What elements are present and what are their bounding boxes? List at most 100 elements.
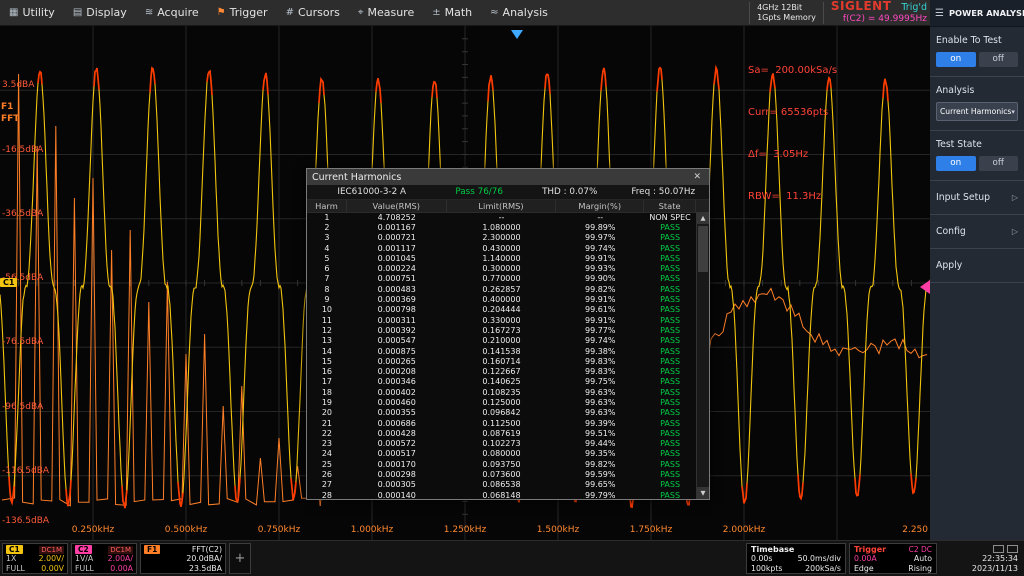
menu-item-measure[interactable]: ⌖Measure [349,0,423,25]
channel1-descriptor[interactable]: C1DC1M 1X2.00V/ FULL0.00V [2,543,68,574]
analysis-section: Analysis Current Harmonics ▾ [930,77,1024,131]
menu-item-display[interactable]: ▤Display [64,0,136,25]
menu-item-cursors[interactable]: #Cursors [277,0,349,25]
db-axis-label: -96.5dBA [2,402,43,412]
network-icon [993,545,1004,553]
trigger-mode: Auto [914,554,932,563]
freq-axis-label: 2.000kHz [723,525,765,535]
harmonic-row: 40.0011170.43000099.74%PASS [307,243,696,253]
menu-item-trigger[interactable]: ⚑Trigger [208,0,277,25]
trigger-position-marker[interactable] [511,30,523,39]
harmonic-row: 210.0006860.11250099.39%PASS [307,418,696,428]
analysis-icon: ≈ [490,7,498,18]
chevron-right-icon: ▷ [1012,193,1018,202]
top-menu-bar: ▦Utility▤Display≋Acquire⚑Trigger#Cursors… [0,0,930,26]
menu-item-label: Analysis [503,6,548,19]
apply-item[interactable]: Apply [930,249,1024,283]
trigger-descriptor[interactable]: TriggerC2 DC 0.00AAuto EdgeRising [849,543,937,574]
enable-off-button[interactable]: off [979,52,1019,67]
c1-channel-marker[interactable]: C1 [0,278,17,287]
menu-item-acquire[interactable]: ≋Acquire [136,0,208,25]
harmonic-row: 60.0002240.30000099.93%PASS [307,263,696,273]
freq-axis-label: 0.750kHz [258,525,300,535]
analysis-label: Analysis [936,85,1018,96]
db-axis-label: -136.5dBA [2,516,49,526]
config-item[interactable]: Config ▷ [930,215,1024,249]
timebase-delay: 0.00s [751,554,772,563]
system-spec: 4GHz 12Bit 1Gpts Memory [749,2,824,24]
c1-badge: C1 [6,545,23,554]
harmonic-row: 280.0001400.06814899.79%PASS [307,490,696,499]
clock-block: 22:35:34 2023/11/13 [940,545,1022,573]
scrollbar-thumb[interactable] [698,226,708,272]
menu-bar-items: ▦Utility▤Display≋Acquire⚑Trigger#Cursors… [0,0,557,25]
test-state-label: Test State [936,139,1018,150]
scroll-up-icon[interactable]: ▲ [697,212,709,224]
harmonic-row: 270.0003050.08653899.65%PASS [307,480,696,490]
dialog-titlebar[interactable]: Current Harmonics ✕ [307,169,709,185]
db-axis-label: -76.5dBA [2,337,43,347]
harmonic-row: 70.0007510.77000099.90%PASS [307,274,696,284]
harmonic-row: 160.0002080.12266799.83%PASS [307,366,696,376]
f1-marker-label: F1 [1,102,19,114]
menu-item-math[interactable]: ± Math [423,0,481,25]
enable-on-button[interactable]: on [936,52,976,67]
c2-bandwidth: FULL [75,564,94,573]
timebase-descriptor[interactable]: Timebase 0.00s50.0ms/div 100kpts200kSa/s [746,543,846,574]
f1-descriptor[interactable]: F1FFT(C2) 20.0dBA/ 23.5dBA [140,543,226,574]
c2-scale: 2.00A/ [108,554,133,563]
table-scrollbar[interactable]: ▲ ▼ [696,212,709,499]
f1-function: FFT(C2) [192,545,222,554]
current-harmonics-dialog: Current Harmonics ✕ IEC61000-3-2 A Pass … [306,168,710,500]
db-axis-label: 3.5dBA [2,80,34,90]
panel-header: ☰ POWER ANALYSIS [930,0,1024,27]
c1-marker-label: C1 [3,278,14,287]
panel-title: POWER ANALYSIS [949,8,1024,18]
close-icon[interactable]: ✕ [690,172,704,182]
harmonic-row: 190.0004600.12500099.63%PASS [307,397,696,407]
f1-scale: 20.0dBA/ [186,554,222,563]
c1-probe: 1X [6,554,16,563]
col-harm: Harm [307,200,347,212]
analysis-dropdown[interactable]: Current Harmonics ▾ [936,102,1018,121]
freq-axis-label: 1.250kHz [444,525,486,535]
harmonic-row: 80.0004830.26285799.82%PASS [307,284,696,294]
test-state-off-button[interactable]: off [979,156,1019,171]
harmonic-row: 20.0011671.08000099.89%PASS [307,222,696,232]
harmonic-row: 50.0010451.14000099.91%PASS [307,253,696,263]
acquisition-info: Sa= 200.00kSa/s Curr= 65536pts Δf= 3.05H… [748,36,837,232]
harmonic-row: 260.0002980.07360099.59%PASS [307,469,696,479]
spec-memory: 1Gpts Memory [757,13,816,23]
usb-icon [1007,545,1018,553]
channel2-descriptor[interactable]: C2DC1M 1V/A2.00A/ FULL0.00A [71,543,137,574]
harmonic-row: 230.0005720.10227399.44%PASS [307,439,696,449]
chevron-right-icon: ▷ [1012,227,1018,236]
power-analysis-panel: ☰ POWER ANALYSIS Enable To Test on off A… [930,0,1024,540]
menu-item-utility[interactable]: ▦Utility [0,0,64,25]
menu-item-label: Math [445,6,473,19]
cursors-icon: # [286,7,294,18]
enable-to-test-toggle: on off [936,52,1018,67]
menu-item-analysis[interactable]: ≈ Analysis [481,0,557,25]
delta-f: Δf= 3.05Hz [748,148,837,162]
col-limit: Limit(RMS) [447,200,557,212]
test-state-toggle: on off [936,156,1018,171]
input-setup-item[interactable]: Input Setup ▷ [930,181,1024,215]
analysis-value: Current Harmonics [940,107,1011,116]
harmonic-row: 240.0005170.08000099.35%PASS [307,449,696,459]
menu-item-label: Acquire [157,6,198,19]
test-state-on-button[interactable]: on [936,156,976,171]
col-value: Value(RMS) [347,200,447,212]
f1-badge: F1 [144,545,160,554]
f1-channel-marker[interactable]: F1 FFT [1,102,19,125]
harmonic-row: 30.0007212.30000099.97%PASS [307,233,696,243]
trigger-level-marker[interactable] [920,280,930,294]
spec-bandwidth: 4GHz 12Bit [757,3,816,13]
add-channel-button[interactable]: + [229,543,251,574]
enable-to-test-label: Enable To Test [936,35,1018,46]
math-icon: ± [432,7,440,18]
menu-item-label: Utility [22,6,54,19]
scroll-down-icon[interactable]: ▼ [697,487,709,499]
trigger-status-badge: Trig'd [901,3,927,14]
db-axis-label: -16.5dBA [2,145,43,155]
